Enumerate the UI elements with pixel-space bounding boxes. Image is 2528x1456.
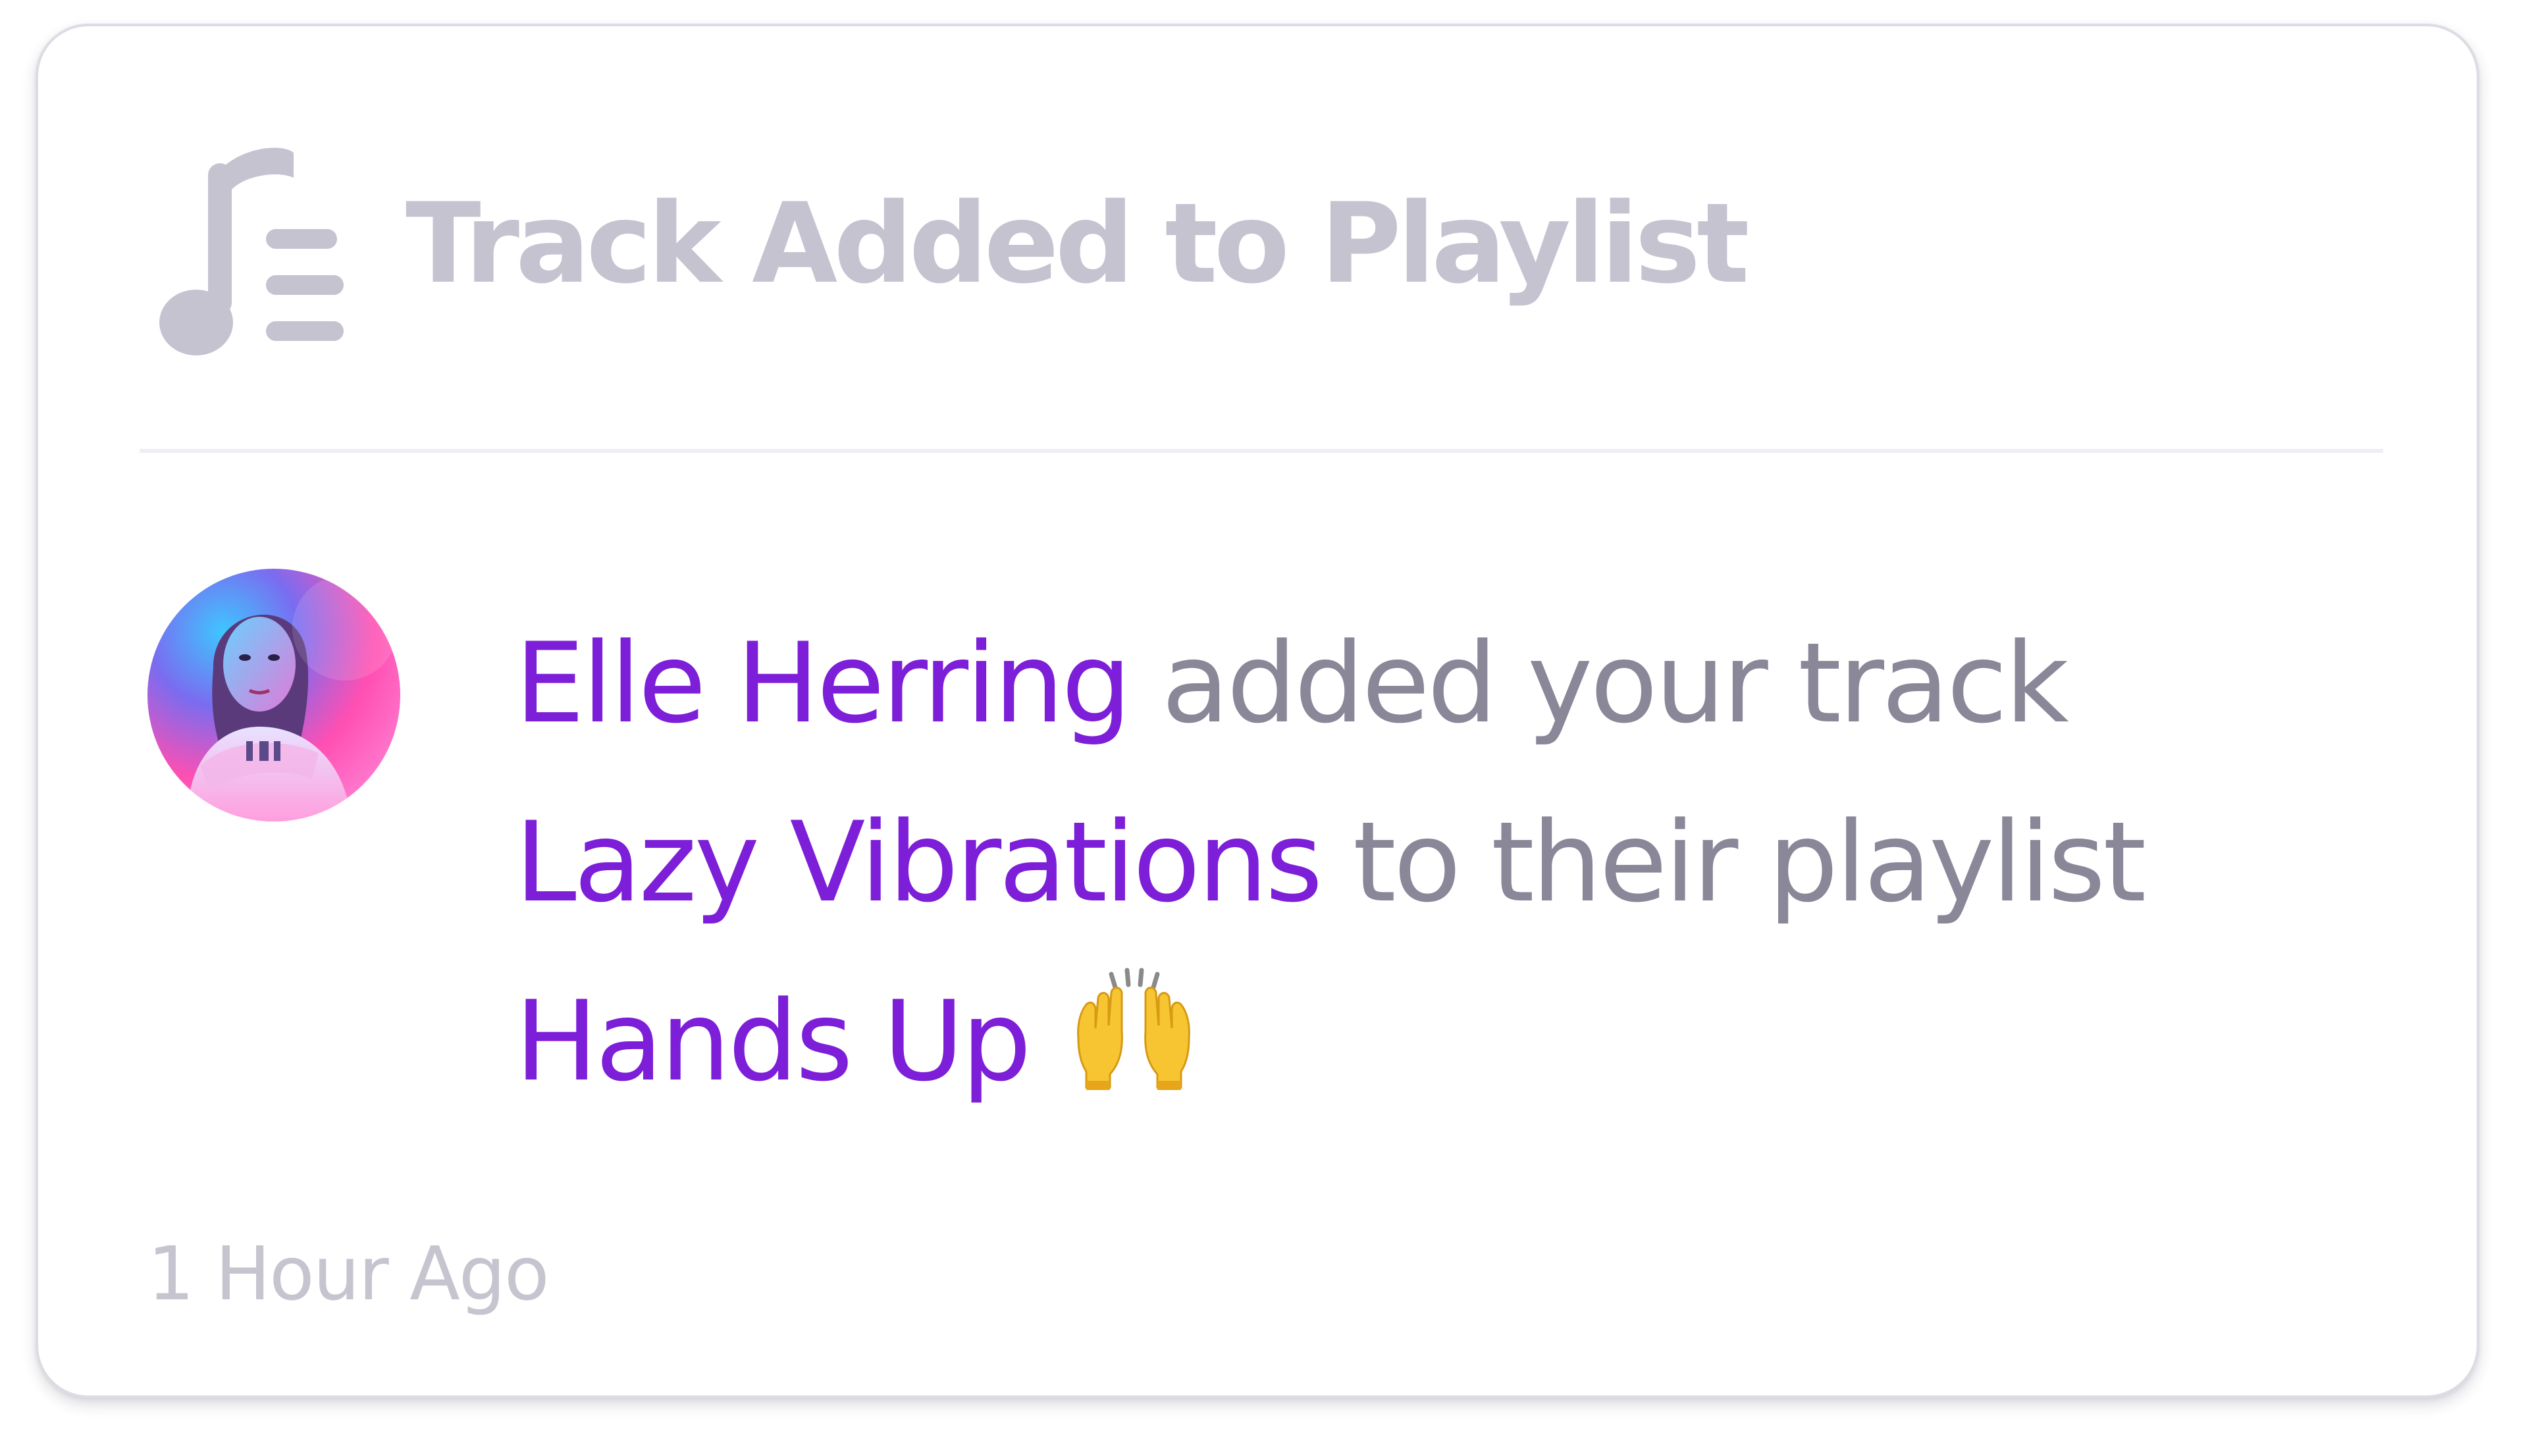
user-name-link[interactable]: Elle Herring (515, 619, 1132, 748)
message-line-3: Hands Up (515, 952, 2411, 1131)
raising-hands-emoji (1070, 965, 1197, 1091)
message-text-added: added your track (1128, 619, 2068, 748)
message-text-playlist: to their playlist (1320, 798, 2146, 927)
message-line-2: Lazy Vibrations to their playlist (515, 773, 2411, 952)
notification-title: Track Added to Playlist (406, 179, 1749, 308)
track-name-link[interactable]: Lazy Vibrations (515, 798, 1323, 927)
notification-timestamp: 1 Hour Ago (147, 1232, 549, 1317)
header-divider (140, 449, 2383, 453)
user-avatar[interactable] (147, 569, 400, 821)
notification-card[interactable]: Track Added to Playlist Elle Herring add… (36, 24, 2479, 1398)
notification-message: Elle Herring added your track Lazy Vibra… (515, 594, 2411, 1131)
music-playlist-icon (158, 143, 349, 358)
notification-header: Track Added to Playlist (38, 26, 2477, 448)
playlist-name-link[interactable]: Hands Up (515, 977, 1032, 1106)
message-line-1: Elle Herring added your track (515, 594, 2411, 773)
